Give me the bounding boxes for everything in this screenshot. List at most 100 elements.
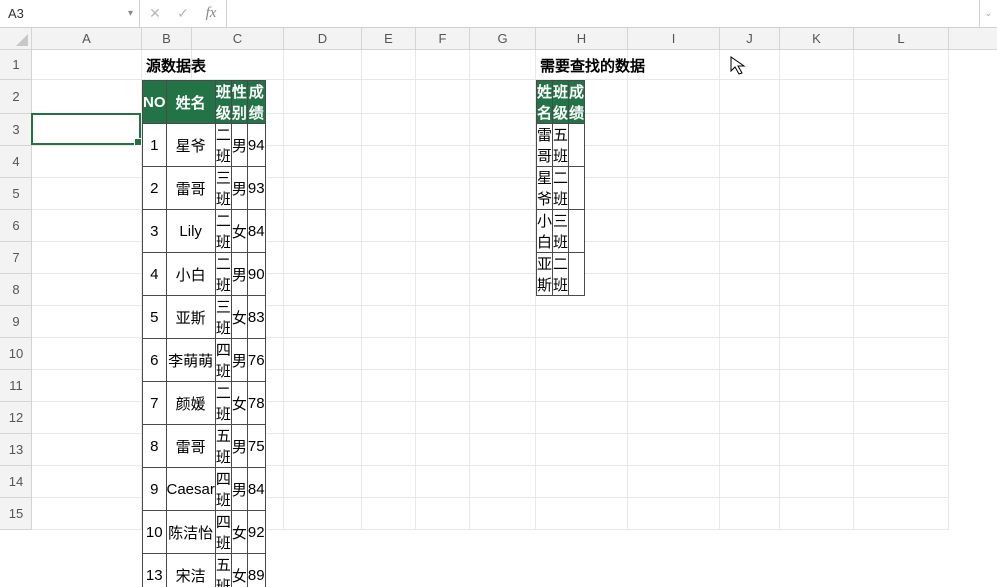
row-header[interactable]: 15 — [0, 498, 32, 530]
column-header[interactable]: L — [854, 28, 949, 49]
table-cell[interactable]: 宋洁 — [166, 554, 215, 587]
formula-input[interactable] — [227, 0, 979, 27]
table-cell[interactable]: 女 — [231, 210, 247, 253]
row-header[interactable]: 13 — [0, 434, 32, 466]
table-cell[interactable]: 二班 — [215, 124, 231, 167]
table-cell[interactable]: 2 — [143, 167, 167, 210]
name-box-dropdown-icon[interactable]: ▾ — [128, 8, 133, 19]
column-header[interactable]: B — [142, 28, 192, 49]
table-header-cell[interactable]: 性别 — [231, 81, 247, 124]
table-cell[interactable]: 女 — [231, 296, 247, 339]
column-header[interactable]: G — [470, 28, 536, 49]
table-header-cell[interactable]: 成绩 — [247, 81, 265, 124]
select-all-corner[interactable] — [0, 28, 32, 50]
column-header[interactable]: A — [32, 28, 142, 49]
table-cell[interactable]: 6 — [143, 339, 167, 382]
table-header-cell[interactable]: 姓名 — [537, 81, 553, 124]
column-header[interactable]: I — [628, 28, 720, 49]
table-cell[interactable]: 亚斯 — [166, 296, 215, 339]
table-cell[interactable]: 陈洁怡 — [166, 511, 215, 554]
row-header[interactable]: 8 — [0, 274, 32, 306]
row-header[interactable]: 4 — [0, 146, 32, 178]
table-cell[interactable]: 小白 — [166, 253, 215, 296]
lookup-table[interactable]: 姓名班级成绩雷哥五班星爷二班小白三班亚斯二班 — [536, 80, 585, 296]
column-header[interactable]: D — [284, 28, 362, 49]
table-header-cell[interactable]: 姓名 — [166, 81, 215, 124]
table-cell[interactable]: 90 — [247, 253, 265, 296]
table-cell[interactable]: 三班 — [215, 296, 231, 339]
table-cell[interactable]: 男 — [231, 253, 247, 296]
column-header[interactable]: J — [720, 28, 780, 49]
table-cell[interactable]: 4 — [143, 253, 167, 296]
table-cell[interactable]: 二班 — [553, 167, 569, 210]
name-box-container[interactable]: ▾ — [0, 0, 140, 27]
table-cell[interactable]: 9 — [143, 468, 167, 511]
table-cell[interactable]: 二班 — [215, 253, 231, 296]
table-cell[interactable] — [569, 253, 585, 296]
table-cell[interactable]: Caesar — [166, 468, 215, 511]
table-cell[interactable]: 3 — [143, 210, 167, 253]
table-cell[interactable]: 五班 — [215, 554, 231, 587]
row-header[interactable]: 11 — [0, 370, 32, 402]
table-cell[interactable] — [569, 167, 585, 210]
source-table[interactable]: NO姓名班级性别成绩1星爷二班男942雷哥三班男933Lily二班女844小白二… — [142, 80, 266, 587]
fx-icon[interactable]: fx — [202, 5, 220, 23]
table-cell[interactable]: 男 — [231, 468, 247, 511]
table-cell[interactable]: 8 — [143, 425, 167, 468]
table-cell[interactable]: 二班 — [215, 210, 231, 253]
table-header-cell[interactable]: 班级 — [215, 81, 231, 124]
table-cell[interactable]: 男 — [231, 124, 247, 167]
table-header-cell[interactable]: 班级 — [553, 81, 569, 124]
table-cell[interactable]: 10 — [143, 511, 167, 554]
table-cell[interactable]: 93 — [247, 167, 265, 210]
row-header[interactable]: 10 — [0, 338, 32, 370]
table-header-cell[interactable]: 成绩 — [569, 81, 585, 124]
table-cell[interactable] — [569, 210, 585, 253]
table-cell[interactable]: 89 — [247, 554, 265, 587]
table-cell[interactable]: 李萌萌 — [166, 339, 215, 382]
table-cell[interactable]: 7 — [143, 382, 167, 425]
table-cell[interactable]: 颜媛 — [166, 382, 215, 425]
name-box[interactable] — [6, 5, 124, 22]
table-cell[interactable] — [569, 124, 585, 167]
column-header[interactable]: K — [780, 28, 854, 49]
table-cell[interactable]: 星爷 — [537, 167, 553, 210]
column-header[interactable]: F — [416, 28, 470, 49]
table-cell[interactable]: 雷哥 — [166, 167, 215, 210]
column-header[interactable]: E — [362, 28, 416, 49]
table-cell[interactable]: 83 — [247, 296, 265, 339]
table-cell[interactable]: 84 — [247, 468, 265, 511]
column-header[interactable]: C — [192, 28, 284, 49]
table-cell[interactable]: 94 — [247, 124, 265, 167]
table-cell[interactable]: 75 — [247, 425, 265, 468]
row-header[interactable]: 3 — [0, 114, 32, 146]
table-cell[interactable]: 四班 — [215, 339, 231, 382]
table-cell[interactable]: 四班 — [215, 468, 231, 511]
table-cell[interactable]: 星爷 — [166, 124, 215, 167]
row-header[interactable]: 6 — [0, 210, 32, 242]
table-cell[interactable]: 男 — [231, 167, 247, 210]
table-cell[interactable]: 78 — [247, 382, 265, 425]
table-cell[interactable]: 三班 — [215, 167, 231, 210]
table-cell[interactable]: 五班 — [215, 425, 231, 468]
table-cell[interactable]: 亚斯 — [537, 253, 553, 296]
table-cell[interactable]: 女 — [231, 382, 247, 425]
table-cell[interactable]: 男 — [231, 339, 247, 382]
row-header[interactable]: 5 — [0, 178, 32, 210]
table-cell[interactable]: 76 — [247, 339, 265, 382]
table-cell[interactable]: 雷哥 — [166, 425, 215, 468]
table-cell[interactable]: 雷哥 — [537, 124, 553, 167]
row-header[interactable]: 1 — [0, 50, 32, 80]
table-cell[interactable]: 男 — [231, 425, 247, 468]
table-cell[interactable]: 5 — [143, 296, 167, 339]
table-header-cell[interactable]: NO — [143, 81, 167, 124]
table-cell[interactable]: 13 — [143, 554, 167, 587]
table-cell[interactable]: 五班 — [553, 124, 569, 167]
table-cell[interactable]: 四班 — [215, 511, 231, 554]
table-cell[interactable]: 二班 — [215, 382, 231, 425]
table-cell[interactable]: 84 — [247, 210, 265, 253]
table-cell[interactable]: 二班 — [553, 253, 569, 296]
table-cell[interactable]: 92 — [247, 511, 265, 554]
row-header[interactable]: 7 — [0, 242, 32, 274]
table-cell[interactable]: 女 — [231, 511, 247, 554]
